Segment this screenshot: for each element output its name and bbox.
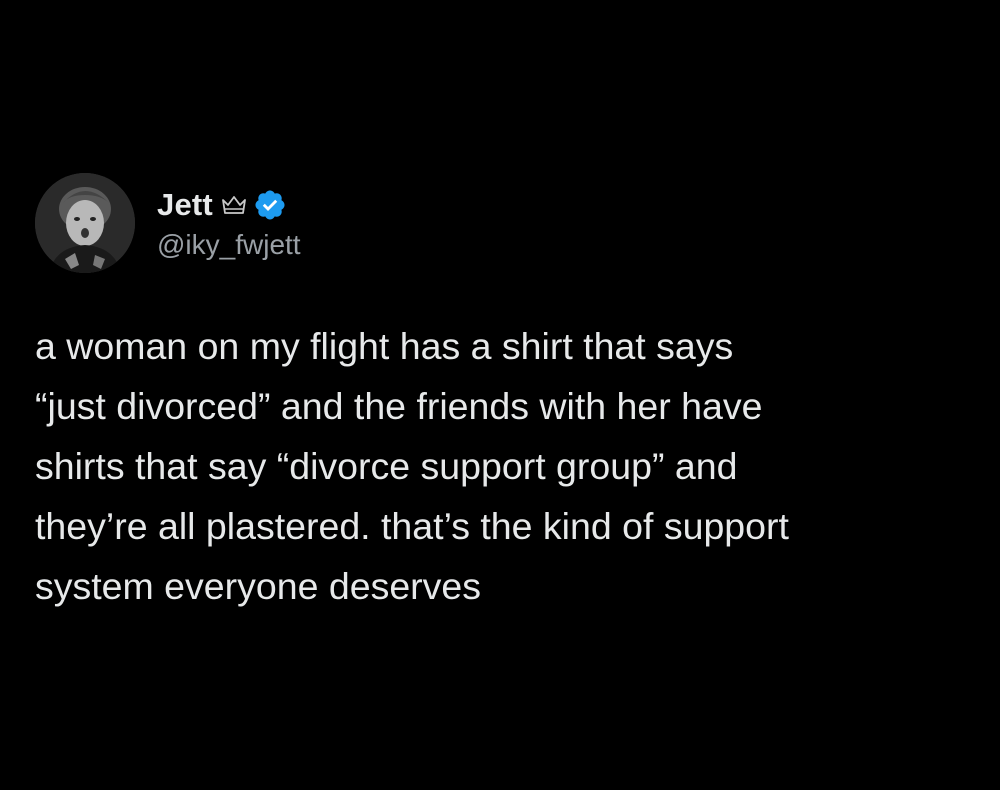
tweet-text-line: a woman on my flight has a shirt that sa… xyxy=(35,325,734,367)
avatar[interactable] xyxy=(35,173,135,273)
tweet-text-line: they’re all plastered. that’s the kind o… xyxy=(35,505,789,547)
tweet-text-line: system everyone deserves xyxy=(35,565,482,607)
author-info: Jett @iky_fwjett xyxy=(157,185,301,261)
author-handle[interactable]: @iky_fwjett xyxy=(157,229,301,261)
avatar-photo-icon xyxy=(35,173,135,273)
tweet-card: Jett @iky_fwjett a woman on my flight ha… xyxy=(35,168,975,616)
verified-badge-icon xyxy=(253,188,287,222)
tweet-header: Jett @iky_fwjett xyxy=(35,168,975,278)
tweet-text-line: shirts that say “divorce support group” … xyxy=(35,445,738,487)
display-name[interactable]: Jett xyxy=(157,187,213,223)
crown-icon xyxy=(221,194,247,216)
tweet-text: a woman on my flight has a shirt that sa… xyxy=(35,316,975,616)
tweet-text-line: “just divorced” and the friends with her… xyxy=(35,385,763,427)
name-row: Jett xyxy=(157,185,301,225)
